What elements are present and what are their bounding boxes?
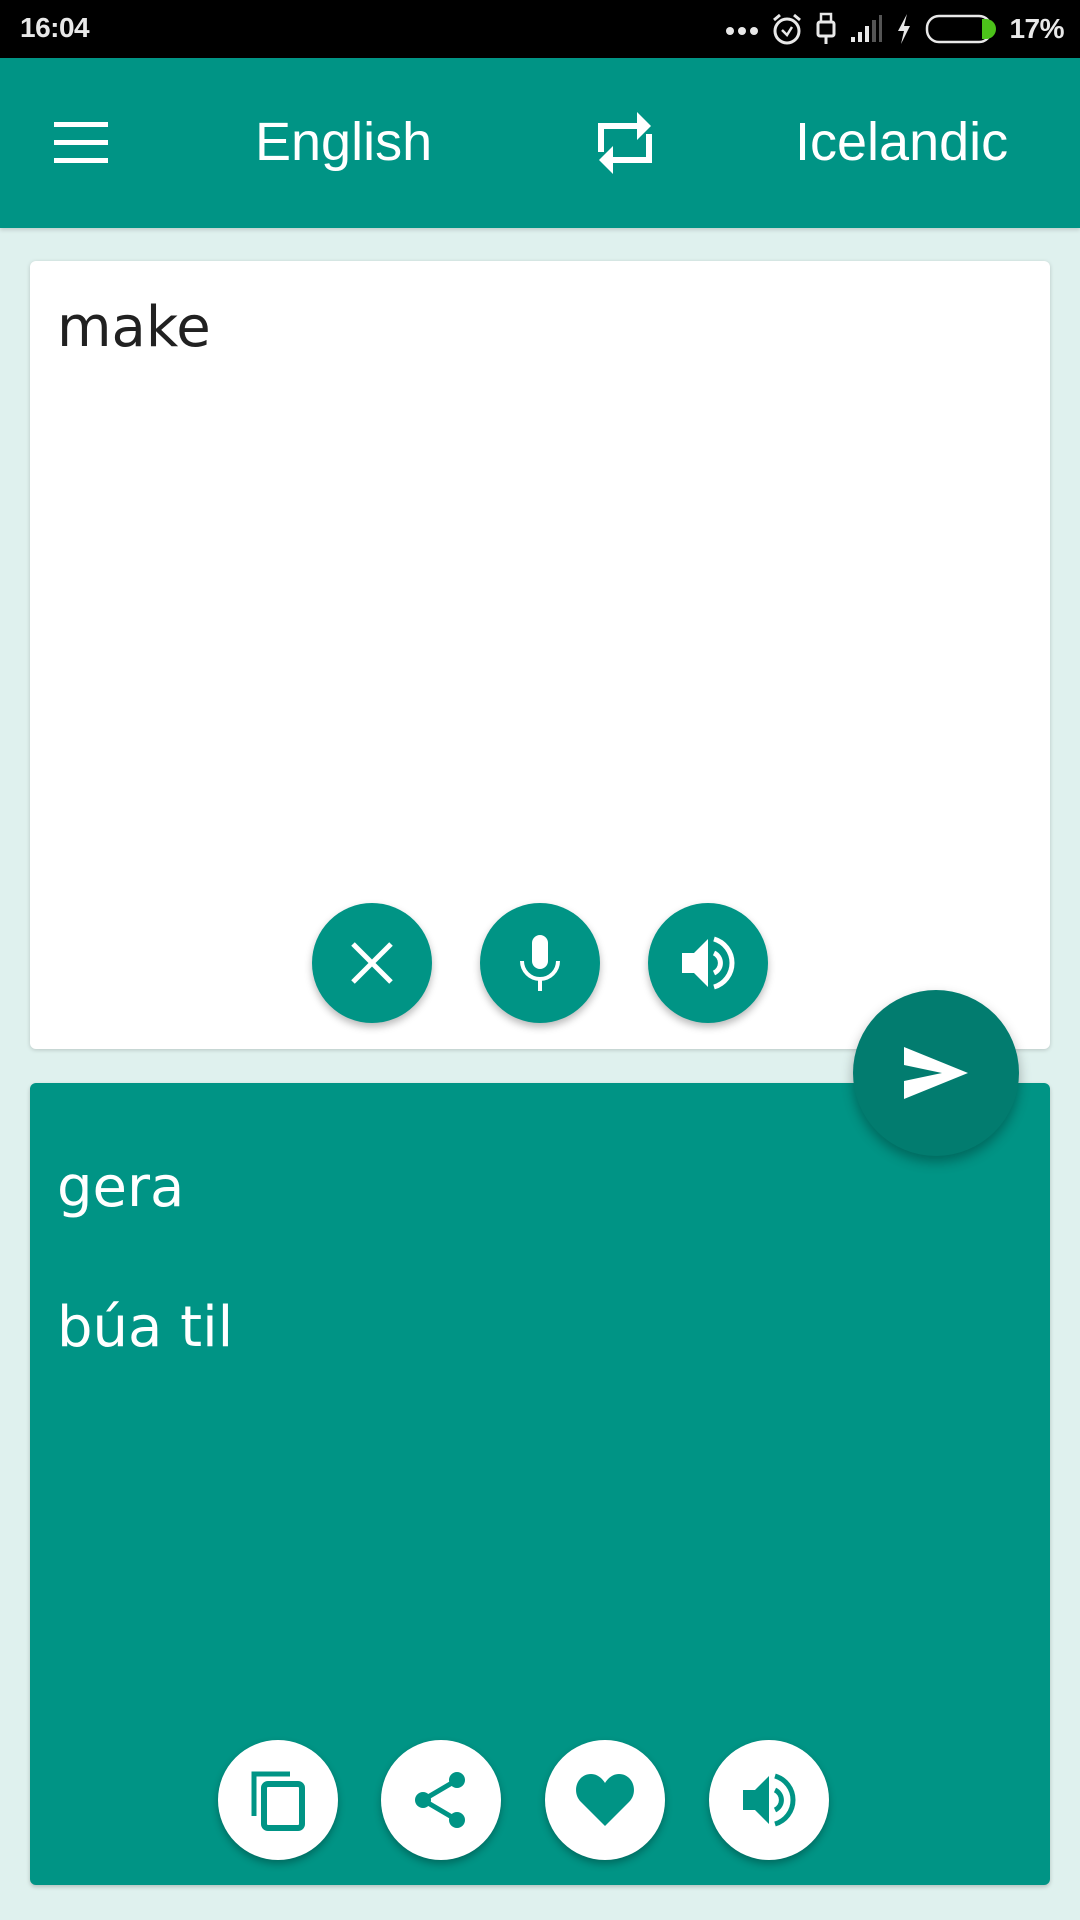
share-button[interactable] [381,1740,501,1860]
speak-source-button[interactable] [648,903,768,1023]
more-dots-icon [726,27,759,35]
status-icons: 17% [725,10,1064,48]
speaker-icon [682,936,735,990]
battery-icon [926,14,997,44]
app-bar: English Icelandic [0,58,1080,228]
microphone-icon [520,935,560,991]
send-icon [904,1047,968,1099]
alarm-icon [773,13,802,45]
heart-icon [576,1774,634,1826]
voice-input-button[interactable] [480,903,600,1023]
translation-card: gera búa til [30,1083,1050,1885]
status-bar: 16:04 17% [0,0,1080,58]
translation-line: gera [57,1155,185,1220]
copy-button[interactable] [218,1740,338,1860]
source-language-selector[interactable]: English [255,112,432,172]
favorite-button[interactable] [545,1740,665,1860]
charging-icon [898,14,911,44]
status-time: 16:04 [20,12,90,43]
signal-icon [851,15,883,42]
close-icon [351,942,393,984]
target-language-selector[interactable]: Icelandic [795,112,1008,172]
share-icon [415,1772,465,1828]
source-text-input[interactable]: make [57,295,211,360]
copy-icon [251,1771,305,1831]
usb-icon [816,12,836,44]
translate-button[interactable] [853,990,1019,1156]
battery-percent: 17% [1009,13,1064,44]
speaker-icon [743,1773,796,1827]
clear-button[interactable] [312,903,432,1023]
translation-line: búa til [57,1295,234,1360]
hamburger-menu-icon[interactable] [52,120,112,166]
speak-translation-button[interactable] [709,1740,829,1860]
swap-languages-icon[interactable] [593,110,657,176]
